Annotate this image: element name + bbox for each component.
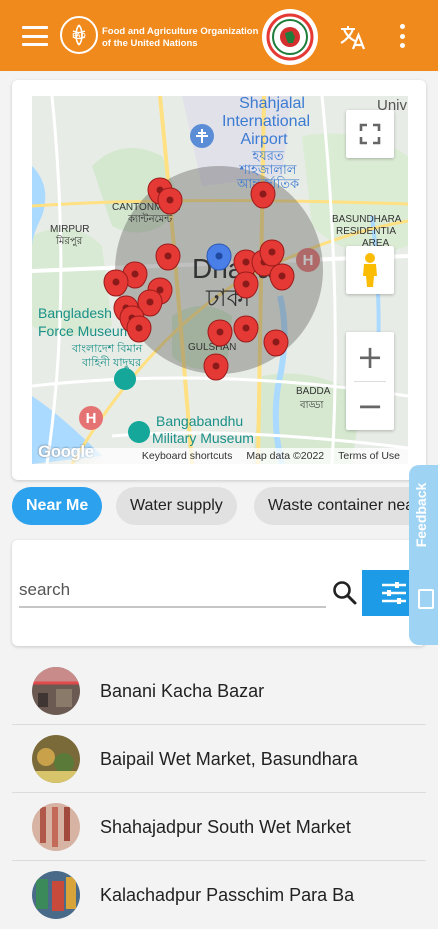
- search-icon[interactable]: [330, 578, 360, 608]
- market-name: Shahajadpur South Wet Market: [100, 817, 351, 837]
- market-avatar: [32, 735, 80, 783]
- app-bar: FAO Food and Agriculture Organization of…: [0, 0, 438, 71]
- map-attribution: Keyboard shortcuts Map data ©2022 Terms …: [32, 448, 408, 464]
- list-item[interactable]: Banani Kacha Bazar: [12, 657, 426, 725]
- market-avatar: [32, 871, 80, 919]
- list-item[interactable]: Baipail Wet Market, Basundhara: [12, 725, 426, 793]
- keyboard-shortcuts-link[interactable]: Keyboard shortcuts: [142, 450, 232, 462]
- list-item[interactable]: Kalachadpur Passchim Para Ba: [12, 861, 426, 929]
- hamburger-menu-icon[interactable]: [22, 26, 48, 46]
- market-pin[interactable]: [103, 269, 129, 297]
- market-pin[interactable]: [203, 353, 229, 381]
- org-name: Food and Agriculture Organization of the…: [102, 26, 259, 49]
- fullscreen-icon[interactable]: [346, 110, 394, 158]
- market-list: Banani Kacha Bazar Baipail Wet Market, B…: [12, 657, 426, 929]
- market-name: Kalachadpur Passchim Para Ba: [100, 885, 355, 905]
- market-pin[interactable]: [233, 271, 259, 299]
- search-input[interactable]: [19, 574, 326, 608]
- market-pin[interactable]: [269, 263, 295, 291]
- svg-text:FAO: FAO: [72, 33, 85, 40]
- bangladesh-gov-logo: [262, 9, 318, 65]
- chip-waste-container[interactable]: Waste container nea: [254, 487, 429, 525]
- list-item[interactable]: Shahajadpur South Wet Market: [12, 793, 426, 861]
- map-data-text: Map data ©2022: [246, 450, 325, 462]
- zoom-out-button[interactable]: −: [346, 381, 394, 430]
- market-pin[interactable]: [207, 319, 233, 347]
- feedback-tab[interactable]: Feedback: [409, 465, 438, 645]
- more-vert-icon[interactable]: [396, 24, 408, 48]
- market-name: Baipail Wet Market, Basundhara: [100, 749, 358, 769]
- market-avatar: [32, 803, 80, 851]
- feedback-icon: [418, 589, 434, 609]
- market-pin[interactable]: [155, 243, 181, 271]
- market-pin[interactable]: [250, 181, 276, 209]
- category-chips: Near Me Water supply Waste container nea: [12, 487, 438, 527]
- chip-near-me[interactable]: Near Me: [12, 487, 103, 525]
- market-pin[interactable]: [157, 187, 183, 215]
- feedback-label: Feedback: [413, 482, 429, 548]
- market-pin[interactable]: [126, 315, 152, 343]
- market-pin[interactable]: [259, 239, 285, 267]
- map-card: H H Shahjalal International Airport হযরত…: [12, 80, 426, 480]
- search-card: [12, 540, 426, 646]
- market-map[interactable]: H H Shahjalal International Airport হযরত…: [32, 96, 408, 464]
- pegman-icon[interactable]: [346, 246, 394, 294]
- zoom-in-button[interactable]: +: [346, 332, 394, 381]
- market-avatar: [32, 667, 80, 715]
- market-pin[interactable]: [233, 315, 259, 343]
- zoom-controls: + −: [346, 332, 394, 430]
- current-location-pin: [206, 243, 232, 271]
- market-pin[interactable]: [263, 329, 289, 357]
- market-name: Banani Kacha Bazar: [100, 681, 265, 701]
- translate-icon[interactable]: [338, 22, 368, 52]
- chip-water-supply[interactable]: Water supply: [116, 487, 237, 525]
- terms-of-use-link[interactable]: Terms of Use: [338, 450, 400, 462]
- fao-logo: FAO: [60, 16, 98, 54]
